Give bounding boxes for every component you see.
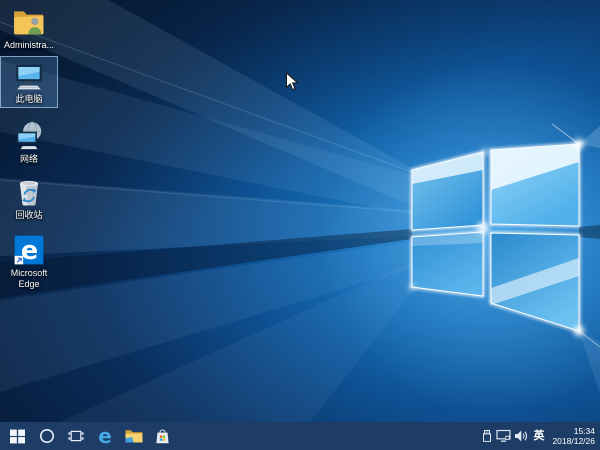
- clock-date: 2018/12/26: [552, 436, 595, 446]
- cortana-circle-icon: [39, 428, 55, 444]
- this-pc-icon: [12, 59, 46, 93]
- recycle-bin-icon: [12, 175, 46, 209]
- system-tray: 英 15:34 2018/12/26: [478, 422, 600, 450]
- icon-label: 此电脑: [15, 94, 42, 105]
- volume-tray-button[interactable]: [512, 422, 529, 450]
- desktop[interactable]: Administra... 此电脑: [0, 0, 600, 450]
- taskbar: e: [0, 422, 600, 450]
- language-indicator[interactable]: 英: [529, 422, 548, 450]
- icon-label: Administra...: [4, 40, 54, 51]
- taskbar-store-button[interactable]: [148, 422, 177, 450]
- start-button[interactable]: [3, 422, 32, 450]
- usb-tray-button[interactable]: [478, 422, 495, 450]
- usb-icon: [480, 429, 494, 443]
- wallpaper-image: [0, 0, 600, 422]
- mouse-cursor: [285, 72, 299, 92]
- icon-label: 回收站: [15, 210, 42, 221]
- edge-icon: e: [12, 233, 46, 267]
- desktop-icon-network[interactable]: 网络: [0, 116, 58, 168]
- network-icon: [12, 119, 46, 153]
- svg-text:e: e: [21, 236, 38, 266]
- svg-text:e: e: [98, 426, 112, 447]
- desktop-icon-administrator[interactable]: Administra...: [0, 2, 58, 54]
- clock[interactable]: 15:34 2018/12/26: [548, 426, 600, 446]
- microsoft-store-icon: [155, 428, 170, 445]
- taskbar-file-explorer-button[interactable]: [119, 422, 148, 450]
- windows-logo-icon: [10, 429, 25, 444]
- desktop-icon-microsoft-edge[interactable]: e Microsoft Edge: [0, 230, 58, 293]
- task-view-icon: [68, 428, 84, 444]
- cortana-search-button[interactable]: [32, 422, 61, 450]
- desktop-icon-recycle-bin[interactable]: 回收站: [0, 172, 58, 224]
- taskbar-edge-button[interactable]: e: [90, 422, 119, 450]
- clock-time: 15:34: [552, 426, 595, 436]
- network-icon: [496, 429, 511, 443]
- edge-icon: e: [95, 426, 115, 447]
- icon-label: 网络: [20, 154, 38, 165]
- icon-label: Microsoft Edge: [2, 268, 56, 290]
- network-tray-button[interactable]: [495, 422, 512, 450]
- desktop-icon-this-pc[interactable]: 此电脑: [0, 56, 58, 108]
- task-view-button[interactable]: [61, 422, 90, 450]
- user-folder-icon: [12, 5, 46, 39]
- volume-icon: [514, 429, 528, 443]
- file-explorer-icon: [125, 428, 143, 444]
